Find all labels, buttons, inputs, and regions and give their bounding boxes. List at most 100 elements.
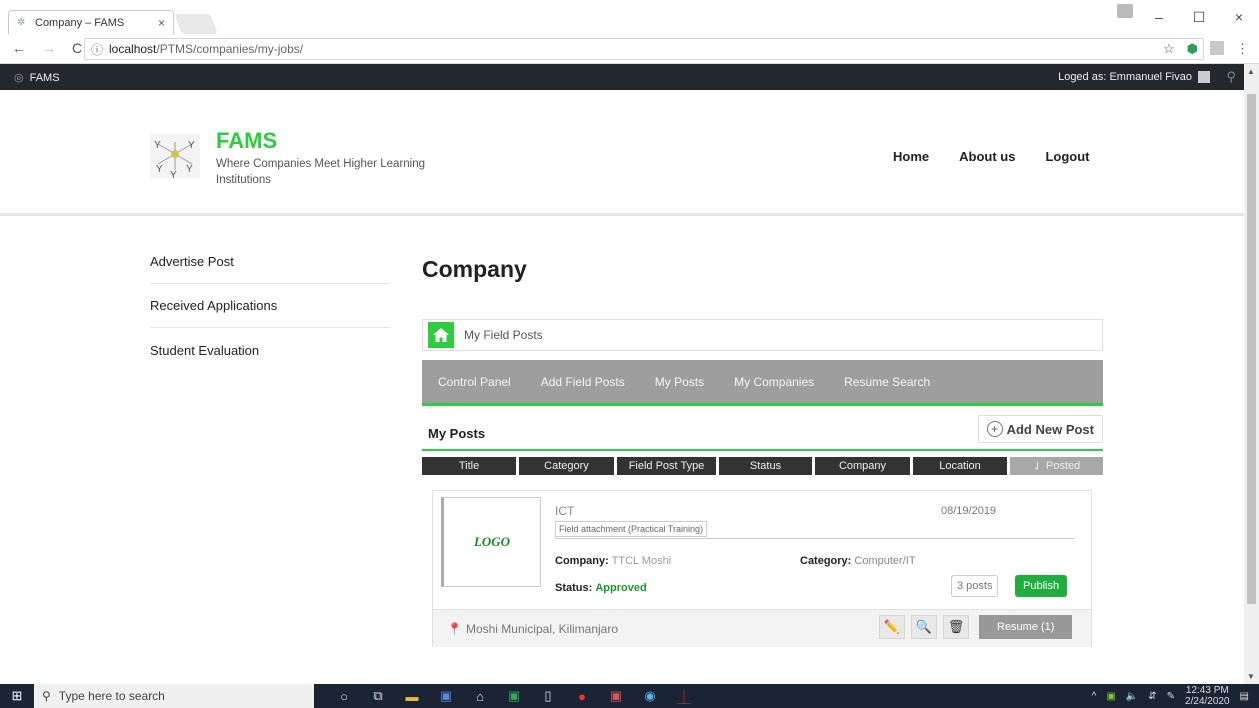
reload-icon[interactable]: C: [72, 40, 82, 56]
logged-user-label[interactable]: Loged as: Emmanuel Fivao: [1058, 71, 1192, 83]
post-actions: ✏️ 🔍 🗑 Resume (1): [879, 615, 1073, 639]
scroll-down-icon[interactable]: ▼: [1247, 672, 1255, 681]
chrome-icon[interactable]: ◉: [642, 688, 658, 704]
column-category[interactable]: Category: [519, 457, 614, 475]
sidebar-item-advertise-post[interactable]: Advertise Post: [150, 240, 390, 284]
add-new-post-button[interactable]: + Add New Post: [977, 415, 1103, 443]
scrollbar-thumb[interactable]: [1247, 94, 1256, 604]
breadcrumb-current: My Field Posts: [464, 328, 543, 342]
url-path: /PTMS/companies/my-jobs/: [156, 42, 304, 56]
column-company[interactable]: Company: [815, 457, 910, 475]
dashboard-icon: ◎: [14, 72, 24, 84]
site-logo[interactable]: Y Y Y Y Y: [150, 134, 200, 178]
forward-arrow-icon[interactable]: →: [42, 40, 56, 56]
tab-title: Company – FAMS: [35, 16, 125, 29]
home-icon[interactable]: [428, 322, 454, 348]
page-title: Company: [422, 256, 527, 282]
post-status: Status: Approved: [555, 582, 647, 594]
sidebar-item-received-applications[interactable]: Received Applications: [150, 284, 390, 328]
tray-app-icon[interactable]: ▣: [1106, 691, 1115, 702]
close-window-button[interactable]: ×: [1219, 9, 1259, 25]
notifications-icon[interactable]: ▤: [1240, 691, 1249, 702]
post-location: 📍 Moshi Municipal, Kilimanjaro: [447, 622, 619, 636]
pen-icon[interactable]: ✎: [1167, 691, 1175, 702]
edit-pencil-icon[interactable]: ✏️: [879, 615, 905, 639]
publish-button[interactable]: Publish: [1015, 575, 1068, 597]
svg-text:Y: Y: [154, 140, 161, 151]
vertical-scrollbar[interactable]: ▲ ▼: [1244, 64, 1259, 684]
column-field-post-type[interactable]: Field Post Type: [617, 457, 716, 475]
browser-tabbar: ✲ Company – FAMS × – ☐ ×: [0, 0, 1259, 34]
taskbar-apps: ○ ⧉ ▬ ▣ ⌂ ▣ ▯ ● ▣ ◉ ⏊: [336, 687, 692, 706]
extension-icon[interactable]: [1210, 41, 1224, 55]
plus-circle-icon: +: [986, 421, 1003, 437]
search-icon[interactable]: ⚲: [1226, 69, 1236, 85]
taskbar-clock[interactable]: 12:43 PM 2/24/2020: [1185, 685, 1230, 707]
network-icon[interactable]: ⇵: [1148, 691, 1156, 702]
breadcrumb: My Field Posts: [422, 319, 1103, 351]
windows-taskbar: ⊞ ⚲ Type here to search ○ ⧉ ▬ ▣ ⌂ ▣ ▯ ● …: [0, 684, 1259, 708]
profile-icon[interactable]: [1117, 4, 1133, 18]
subnav-my-companies[interactable]: My Companies: [734, 375, 814, 389]
posts-header: My Posts + Add New Post: [422, 415, 1103, 451]
window-controls: – ☐ ×: [1139, 0, 1259, 34]
nav-about-us[interactable]: About us: [959, 149, 1015, 164]
column-title[interactable]: Title: [422, 457, 516, 475]
resume-button[interactable]: Resume (1): [979, 615, 1073, 639]
menu-kebab-icon[interactable]: ⋮: [1236, 41, 1249, 57]
column-location[interactable]: Location: [913, 457, 1007, 475]
scroll-up-icon[interactable]: ▲: [1247, 67, 1255, 76]
add-new-post-label: Add New Post: [1006, 421, 1094, 437]
maximize-button[interactable]: ☐: [1179, 9, 1219, 26]
post-title[interactable]: ICT: [555, 504, 574, 518]
windows-start-icon[interactable]: ⊞: [0, 684, 34, 708]
back-arrow-icon[interactable]: ←: [12, 40, 26, 56]
view-magnifier-icon[interactable]: 🔍: [911, 615, 937, 639]
subnav-my-posts[interactable]: My Posts: [655, 375, 704, 389]
subnav-add-field-posts[interactable]: Add Field Posts: [541, 375, 625, 389]
taskbar-search-input[interactable]: ⚲ Type here to search: [34, 684, 314, 708]
post-company: Company: TTCL Moshi: [555, 555, 672, 567]
cortana-icon[interactable]: ○: [336, 689, 352, 704]
subnav-control-panel[interactable]: Control Panel: [438, 375, 511, 389]
opera-icon[interactable]: ●: [574, 689, 590, 704]
excel-icon[interactable]: ▣: [506, 688, 522, 704]
delete-icon[interactable]: 🗑: [943, 615, 969, 639]
column-status[interactable]: Status: [719, 457, 812, 475]
tray-chevron-icon[interactable]: ^: [1092, 691, 1097, 702]
section-title: My Posts: [428, 426, 486, 441]
file-explorer-icon[interactable]: ▬: [404, 689, 420, 704]
volume-icon[interactable]: 🔈: [1126, 691, 1138, 702]
subnav-resume-search[interactable]: Resume Search: [844, 375, 930, 389]
document-icon[interactable]: ▯: [540, 688, 556, 704]
column-posted[interactable]: ⇃ Posted: [1010, 457, 1103, 475]
address-bar-row: ← → C ⓘ localhost /PTMS/companies/my-job…: [0, 34, 1259, 64]
divider: [555, 538, 1075, 539]
new-tab-button[interactable]: [174, 14, 218, 34]
app-icon[interactable]: ▣: [608, 688, 624, 704]
sidebar: Advertise Post Received Applications Stu…: [150, 240, 390, 372]
tab-close-icon[interactable]: ×: [158, 16, 165, 30]
word-icon[interactable]: ▣: [438, 688, 454, 704]
topbar-brand[interactable]: FAMS: [30, 72, 60, 84]
store-icon[interactable]: ⌂: [472, 689, 488, 704]
minimize-button[interactable]: –: [1139, 9, 1179, 25]
shield-extension-icon[interactable]: ⬢: [1187, 41, 1198, 57]
nav-logout[interactable]: Logout: [1045, 149, 1089, 164]
avatar[interactable]: [1198, 71, 1210, 83]
post-card: LOGO ICT Field attachment (Practical Tra…: [432, 490, 1092, 647]
post-card-footer: 📍 Moshi Municipal, Kilimanjaro ✏️ 🔍 🗑 Re…: [433, 609, 1091, 647]
post-category: Category: Computer/IT: [800, 555, 916, 567]
url-input[interactable]: ⓘ localhost /PTMS/companies/my-jobs/: [84, 38, 1204, 60]
info-icon[interactable]: ⓘ: [91, 41, 103, 58]
main-nav: Home About us Logout: [893, 149, 1090, 164]
site-title[interactable]: FAMS: [216, 128, 277, 154]
system-tray: ^ ▣ 🔈 ⇵ ✎ 12:43 PM 2/24/2020 ▤: [1092, 684, 1249, 708]
site-header: Y Y Y Y Y FAMS Where Companies Meet High…: [0, 90, 1244, 216]
browser-tab[interactable]: ✲ Company – FAMS ×: [8, 10, 174, 34]
sidebar-item-student-evaluation[interactable]: Student Evaluation: [150, 328, 390, 372]
task-view-icon[interactable]: ⧉: [370, 688, 386, 704]
nav-home[interactable]: Home: [893, 149, 929, 164]
bookmark-star-icon[interactable]: ☆: [1163, 41, 1175, 57]
acrobat-icon[interactable]: ⏊: [676, 687, 692, 706]
